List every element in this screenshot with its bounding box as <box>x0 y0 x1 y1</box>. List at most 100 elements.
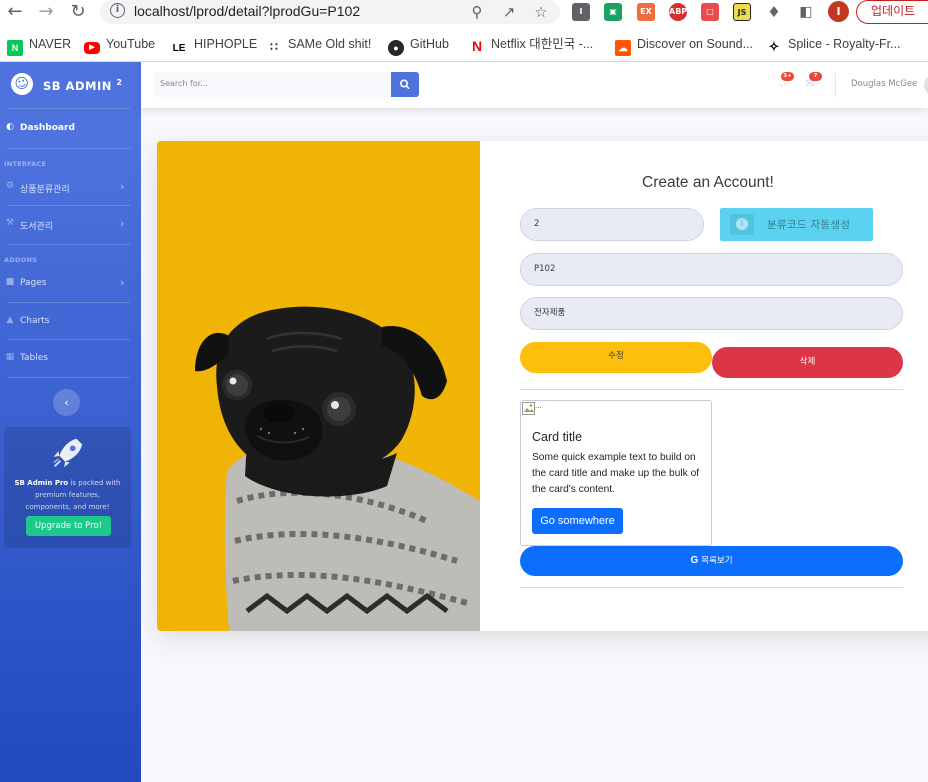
bookmark-star-icon[interactable]: ☆ <box>531 2 551 22</box>
laugh-wink-icon: ☺ <box>8 70 36 98</box>
soundcloud-icon: ☁ <box>615 40 631 56</box>
update-button[interactable]: 업데이트 <box>856 0 928 24</box>
back-icon[interactable]: ← <box>4 1 26 23</box>
side-panel-icon[interactable]: ◧ <box>795 1 817 23</box>
bookmark-splice[interactable]: ✧ Splice - Royalty-Fr... <box>766 35 901 55</box>
alerts-badge: 3+ <box>781 72 794 81</box>
alerts-bell-icon[interactable]: ♤ 3+ <box>775 72 794 90</box>
example-card: ... Card title Some quick example text t… <box>520 400 712 546</box>
splice-icon: ✧ <box>766 39 782 55</box>
bookmark-naver[interactable]: N NAVER <box>7 35 71 56</box>
user-name[interactable]: Douglas McGee <box>851 79 917 89</box>
sidebar-divider <box>8 244 130 245</box>
bookmark-soundcloud[interactable]: ☁ Discover on Sound... <box>615 35 753 56</box>
github-icon: ● <box>388 40 404 56</box>
sidebar-divider <box>8 205 130 206</box>
sidebar-item-category[interactable]: ⚙ 상품분류관리 › <box>0 178 141 198</box>
sidebar: ☺ SB ADMIN 2 ◐ Dashboard INTERFACE ⚙ 상품분… <box>0 62 141 782</box>
reload-icon[interactable]: ↻ <box>67 1 89 23</box>
extension-screen-icon[interactable]: ▣ <box>604 3 622 21</box>
share-icon[interactable]: ↗ <box>499 2 519 22</box>
search-button[interactable] <box>391 72 419 97</box>
sidebar-item-charts[interactable]: ▲ Charts <box>0 312 141 332</box>
address-url[interactable]: localhost/lprod/detail?lprodGu=P102 <box>134 3 360 19</box>
extensions-puzzle-icon[interactable]: ♦ <box>763 1 785 23</box>
form-divider-bottom <box>520 587 903 588</box>
card-title: Card title <box>532 430 583 444</box>
profile-avatar[interactable]: I <box>828 1 849 22</box>
sidebar-item-tables[interactable]: ▦ Tables <box>0 349 141 369</box>
product-name-field[interactable]: 전자제품 <box>520 297 903 330</box>
tachometer-icon: ◐ <box>6 122 14 132</box>
extension-chat-icon[interactable]: □ <box>701 3 719 21</box>
folder-icon: ■ <box>5 277 15 287</box>
table-icon: ▦ <box>5 352 15 362</box>
bookmarks-bar: N NAVER ▶ YouTube LE HIPHOPLE ∷ SAMe Old shi… <box>0 26 928 62</box>
extension-ex-icon[interactable]: EX <box>637 3 655 21</box>
edit-button[interactable]: 수정 <box>520 342 712 373</box>
extension-i-icon[interactable]: I <box>572 3 590 21</box>
sidebar-item-books[interactable]: ⚒ 도서관리 › <box>0 215 141 235</box>
sidebar-item-dashboard[interactable]: ◐ Dashboard <box>0 119 141 139</box>
category-field[interactable]: 2 <box>520 208 704 241</box>
sidebar-brand[interactable]: ☺ SB ADMIN 2 <box>0 62 141 108</box>
search-icon <box>400 79 410 90</box>
sidebar-divider <box>8 108 130 109</box>
wrench-icon: ⚒ <box>5 218 15 228</box>
card-text: Some quick example text to build on the … <box>532 452 700 495</box>
youtube-icon: ▶ <box>84 42 100 54</box>
search-placeholder: Search for... <box>160 79 208 88</box>
rocket-icon <box>53 438 83 468</box>
messages-badge: 7 <box>809 72 822 81</box>
form-divider <box>520 389 903 390</box>
bookmark-netflix[interactable]: N Netflix 대한민국 -... <box>469 35 593 54</box>
adblock-icon[interactable]: ABP <box>669 3 687 21</box>
google-icon: G <box>690 555 699 566</box>
messages-envelope-icon[interactable]: ✉ 7 <box>803 72 822 90</box>
cog-icon: ⚙ <box>5 181 15 191</box>
site-info-icon[interactable]: i <box>110 3 125 18</box>
list-view-button[interactable]: G 목록보기 <box>520 546 903 576</box>
form-title: Create an Account! <box>642 174 774 191</box>
chart-area-icon: ▲ <box>6 315 14 325</box>
sidebar-heading-interface: INTERFACE <box>4 160 47 168</box>
go-somewhere-button[interactable]: Go somewhere <box>532 508 623 534</box>
user-avatar[interactable] <box>924 75 928 95</box>
auto-generate-code-button[interactable]: i 분류코드 자동생성 <box>720 208 873 241</box>
extension-js-icon[interactable]: JS <box>733 3 751 21</box>
bookmark-same[interactable]: ∷ SAMe Old shit! <box>266 35 371 55</box>
upgrade-pro-button[interactable]: Upgrade to Pro! <box>26 516 111 536</box>
sidebar-divider <box>8 302 130 303</box>
sidebar-promo-card: SB Admin Pro is packed with premium feat… <box>4 427 131 548</box>
chevron-right-icon: › <box>120 217 125 230</box>
dog-image <box>157 141 480 631</box>
sidebar-divider <box>8 339 130 340</box>
topbar: Search for... ♤ 3+ ✉ 7 Douglas McGee <box>141 62 928 108</box>
topbar-divider <box>835 73 836 97</box>
bookmark-hiphople[interactable]: LE HIPHOPLE <box>170 35 257 57</box>
browser-toolbar: ← → ↻ i localhost/lprod/detail?lprodGu=P… <box>0 0 928 26</box>
sidebar-divider <box>8 377 130 378</box>
netflix-icon: N <box>469 38 485 54</box>
address-bar[interactable]: i localhost/lprod/detail?lprodGu=P102 ⚲ … <box>100 0 560 24</box>
chevron-left-icon: ‹ <box>64 396 69 409</box>
forward-icon[interactable]: → <box>35 1 57 23</box>
search-input[interactable]: Search for... <box>153 72 391 97</box>
hiphople-icon: LE <box>170 41 188 57</box>
chevron-right-icon: › <box>120 276 125 289</box>
brand-name: SB ADMIN <box>43 79 112 93</box>
bookmark-github[interactable]: ● GitHub <box>388 35 449 56</box>
zoom-icon[interactable]: ⚲ <box>467 2 487 22</box>
sidebar-toggle-button[interactable]: ‹ <box>53 389 80 416</box>
sidebar-heading-addons: ADDONS <box>4 256 38 264</box>
same-icon: ∷ <box>266 39 282 55</box>
bookmark-youtube[interactable]: ▶ YouTube <box>84 35 155 54</box>
promo-text: SB Admin Pro is packed with premium feat… <box>14 479 121 511</box>
product-code-field[interactable]: P102 <box>520 253 903 286</box>
sidebar-divider <box>8 148 130 149</box>
delete-button[interactable]: 삭제 <box>712 347 903 378</box>
register-card: Create an Account! 2 i 분류코드 자동생성 P102 전자… <box>157 141 928 631</box>
sidebar-item-pages[interactable]: ■ Pages › <box>0 274 141 294</box>
card-image-alt: ... <box>535 402 542 410</box>
info-icon: i <box>736 218 748 230</box>
